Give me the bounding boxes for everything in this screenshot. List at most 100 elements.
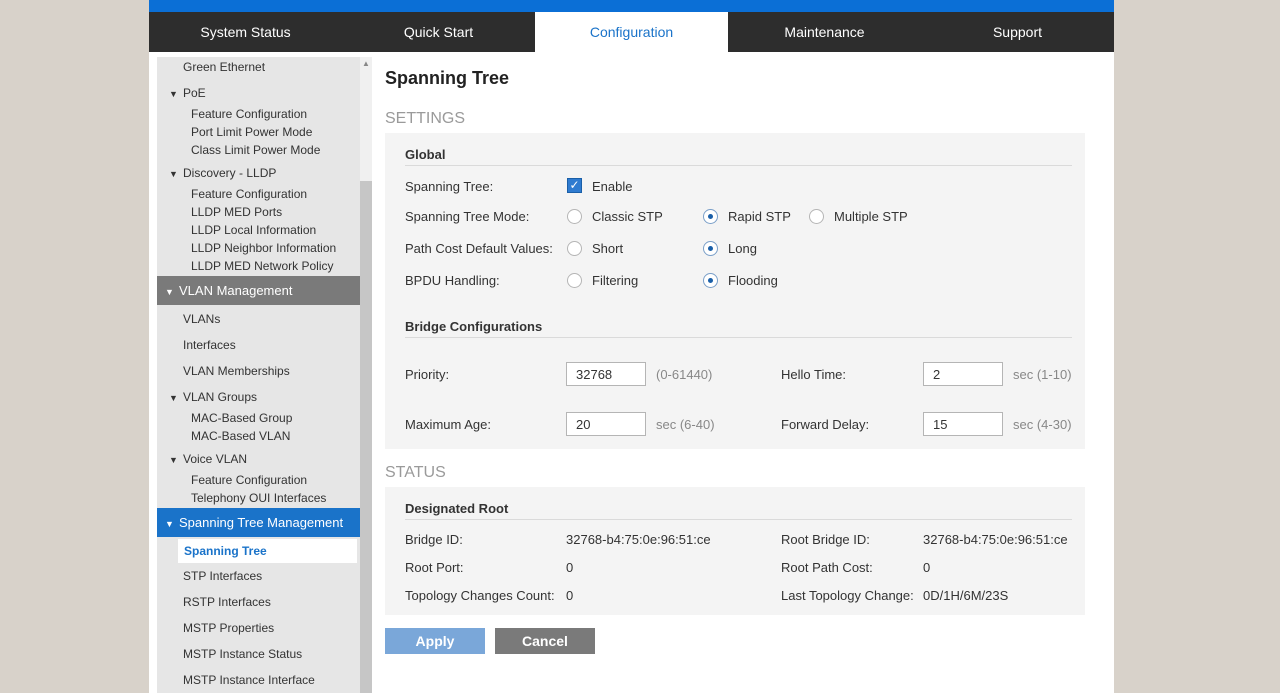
sidebar-item-interfaces[interactable]: Interfaces bbox=[183, 338, 236, 352]
hello-time-hint: sec (1-10) bbox=[1013, 367, 1072, 382]
sidebar-item-telephony-oui[interactable]: Telephony OUI Interfaces bbox=[191, 491, 326, 505]
sidebar-item-rstp-interfaces[interactable]: RSTP Interfaces bbox=[183, 595, 271, 609]
tab-system-status[interactable]: System Status bbox=[149, 12, 342, 52]
sidebar-item-vlans[interactable]: VLANs bbox=[183, 312, 220, 326]
bpdu-filtering-radio[interactable] bbox=[567, 273, 582, 288]
sidebar-item-mstp-instance-interface[interactable]: MSTP Instance Interface bbox=[183, 673, 315, 687]
mode-rapid-stp-radio[interactable] bbox=[703, 209, 718, 224]
sidebar-item-voice-feature-config[interactable]: Feature Configuration bbox=[191, 473, 307, 487]
root-path-cost-value: 0 bbox=[923, 560, 931, 575]
cancel-button[interactable]: Cancel bbox=[495, 628, 595, 654]
sidebar-item-mac-based-vlan[interactable]: MAC-Based VLAN bbox=[191, 429, 290, 443]
root-path-cost-label: Root Path Cost: bbox=[781, 560, 873, 575]
sidebar-section-spanning-tree-management[interactable]: ▼ Spanning Tree Management bbox=[157, 508, 360, 537]
max-age-input[interactable] bbox=[566, 412, 646, 436]
mode-rapid-stp-label: Rapid STP bbox=[728, 209, 791, 224]
top-accent-bar bbox=[149, 0, 1114, 12]
sidebar-item-stp-interfaces[interactable]: STP Interfaces bbox=[183, 569, 262, 583]
last-topology-change-value: 0D/1H/6M/23S bbox=[923, 588, 1009, 603]
hello-time-label: Hello Time: bbox=[781, 367, 847, 382]
tab-support[interactable]: Support bbox=[921, 12, 1114, 52]
triangle-down-icon: ▼ bbox=[165, 519, 174, 529]
enable-label: Enable bbox=[592, 179, 633, 194]
topology-changes-label: Topology Changes Count: bbox=[405, 588, 555, 603]
sidebar-group-label: PoE bbox=[183, 86, 206, 100]
last-topology-change-label: Last Topology Change: bbox=[781, 588, 914, 603]
priority-input[interactable] bbox=[566, 362, 646, 386]
spanning-tree-enable-checkbox[interactable]: ✓ bbox=[567, 178, 582, 193]
designated-root-title: Designated Root bbox=[405, 501, 1072, 520]
settings-panel: Global Spanning Tree: ✓ Enable Spanning … bbox=[385, 133, 1085, 449]
sidebar-item-port-limit-power-mode[interactable]: Port Limit Power Mode bbox=[191, 125, 312, 139]
scroll-thumb[interactable] bbox=[360, 181, 372, 693]
tab-maintenance[interactable]: Maintenance bbox=[728, 12, 921, 52]
triangle-down-icon: ▼ bbox=[169, 89, 178, 99]
root-bridge-id-label: Root Bridge ID: bbox=[781, 532, 870, 547]
global-group-title: Global bbox=[405, 147, 1072, 166]
tab-quick-start[interactable]: Quick Start bbox=[342, 12, 535, 52]
topology-changes-value: 0 bbox=[566, 588, 574, 603]
sidebar-item-vlan-memberships[interactable]: VLAN Memberships bbox=[183, 364, 290, 378]
apply-button[interactable]: Apply bbox=[385, 628, 485, 654]
triangle-down-icon: ▼ bbox=[165, 287, 174, 297]
bridge-id-label: Bridge ID: bbox=[405, 532, 463, 547]
path-cost-long-radio[interactable] bbox=[703, 241, 718, 256]
sidebar-item-mac-based-group[interactable]: MAC-Based Group bbox=[191, 411, 292, 425]
sidebar-item-lldp-med-network-policy[interactable]: LLDP MED Network Policy bbox=[191, 259, 334, 273]
sidebar-group-voice-vlan[interactable]: ▼ Voice VLAN bbox=[169, 452, 247, 466]
hello-time-input[interactable] bbox=[923, 362, 1003, 386]
sidebar-section-vlan-management[interactable]: ▼ VLAN Management bbox=[157, 276, 360, 305]
bpdu-flooding-radio[interactable] bbox=[703, 273, 718, 288]
mode-classic-stp-radio[interactable] bbox=[567, 209, 582, 224]
bpdu-flooding-label: Flooding bbox=[728, 273, 778, 288]
sidebar-item-lldp-local-info[interactable]: LLDP Local Information bbox=[191, 223, 316, 237]
settings-section-label: SETTINGS bbox=[385, 110, 466, 127]
max-age-label: Maximum Age: bbox=[405, 417, 491, 432]
sidebar-item-lldp-feature-config[interactable]: Feature Configuration bbox=[191, 187, 307, 201]
triangle-down-icon: ▼ bbox=[169, 393, 178, 403]
root-bridge-id-value: 32768-b4:75:0e:96:51:ce bbox=[923, 532, 1068, 547]
sidebar-item-class-limit-power-mode[interactable]: Class Limit Power Mode bbox=[191, 143, 320, 157]
status-section-label: STATUS bbox=[385, 464, 446, 481]
sidebar-scrollbar[interactable]: ▲ bbox=[360, 57, 372, 693]
forward-delay-input[interactable] bbox=[923, 412, 1003, 436]
mode-multiple-stp-radio[interactable] bbox=[809, 209, 824, 224]
sidebar-item-green-ethernet[interactable]: Green Ethernet bbox=[183, 60, 265, 74]
sidebar-group-poe[interactable]: ▼ PoE bbox=[169, 86, 206, 100]
tab-configuration[interactable]: Configuration bbox=[535, 12, 728, 52]
path-cost-short-radio[interactable] bbox=[567, 241, 582, 256]
triangle-down-icon: ▼ bbox=[169, 169, 178, 179]
sidebar-group-label: VLAN Groups bbox=[183, 390, 258, 404]
status-panel: Designated Root Bridge ID: 32768-b4:75:0… bbox=[385, 487, 1085, 615]
main-nav: System Status Quick Start Configuration … bbox=[149, 12, 1114, 52]
priority-hint: (0-61440) bbox=[656, 367, 713, 382]
bridge-id-value: 32768-b4:75:0e:96:51:ce bbox=[566, 532, 711, 547]
sidebar-group-vlan-groups[interactable]: ▼ VLAN Groups bbox=[169, 390, 257, 404]
sidebar-item-lldp-neighbor-info[interactable]: LLDP Neighbor Information bbox=[191, 241, 336, 255]
mode-classic-stp-label: Classic STP bbox=[592, 209, 663, 224]
root-port-label: Root Port: bbox=[405, 560, 464, 575]
forward-delay-label: Forward Delay: bbox=[781, 417, 870, 432]
path-cost-label: Path Cost Default Values: bbox=[405, 241, 553, 256]
path-cost-short-label: Short bbox=[592, 241, 624, 256]
sidebar-item-poe-feature-config[interactable]: Feature Configuration bbox=[191, 107, 307, 121]
sidebar-group-label: Discovery - LLDP bbox=[183, 166, 277, 180]
sidebar-item-lldp-med-ports[interactable]: LLDP MED Ports bbox=[191, 205, 282, 219]
path-cost-long-label: Long bbox=[728, 241, 757, 256]
bpdu-handling-label: BPDU Handling: bbox=[405, 273, 500, 288]
sidebar-item-mstp-instance-status[interactable]: MSTP Instance Status bbox=[183, 647, 302, 661]
sidebar-section-label: VLAN Management bbox=[179, 283, 293, 298]
sidebar-item-spanning-tree[interactable]: Spanning Tree bbox=[178, 539, 357, 563]
scroll-up-icon[interactable]: ▲ bbox=[360, 57, 372, 71]
page-title: Spanning Tree bbox=[385, 68, 510, 88]
bridge-config-group-title: Bridge Configurations bbox=[405, 319, 1072, 338]
spanning-tree-mode-label: Spanning Tree Mode: bbox=[405, 209, 530, 224]
spanning-tree-label: Spanning Tree: bbox=[405, 179, 494, 194]
max-age-hint: sec (6-40) bbox=[656, 417, 715, 432]
sidebar-group-discovery-lldp[interactable]: ▼ Discovery - LLDP bbox=[169, 166, 276, 180]
root-port-value: 0 bbox=[566, 560, 574, 575]
triangle-down-icon: ▼ bbox=[169, 455, 178, 465]
sidebar-item-mstp-properties[interactable]: MSTP Properties bbox=[183, 621, 274, 635]
sidebar-group-label: Voice VLAN bbox=[183, 452, 248, 466]
priority-label: Priority: bbox=[405, 367, 450, 382]
